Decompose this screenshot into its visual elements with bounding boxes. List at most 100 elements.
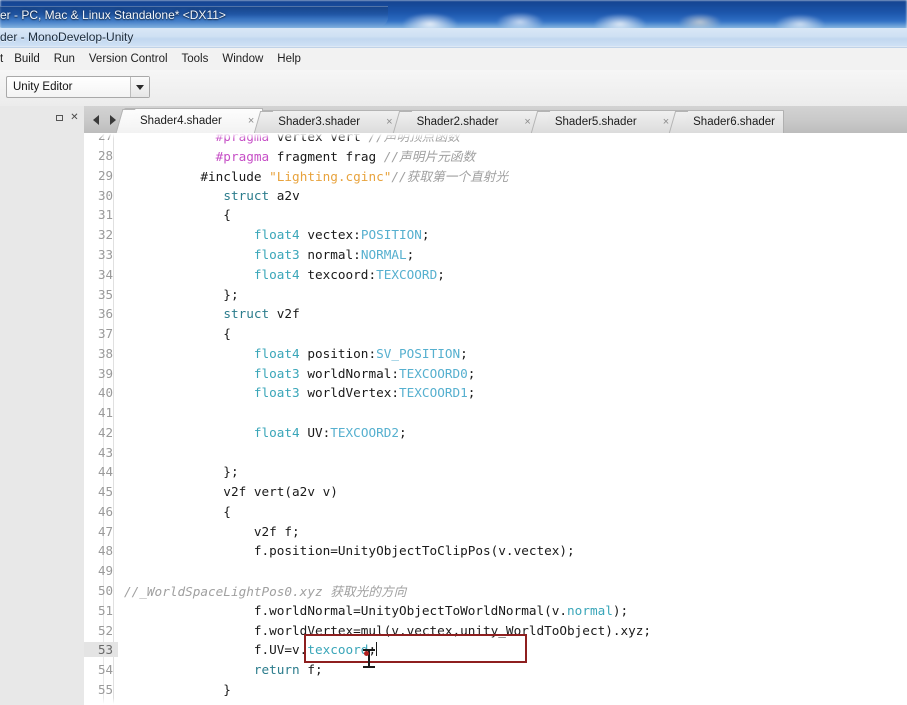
- code-text: };: [124, 464, 239, 480]
- unity-window-titlebar[interactable]: er - PC, Mac & Linux Standalone* <DX11>: [0, 6, 907, 27]
- code-line[interactable]: 56 fixed4 frag(v2f f):SV_Target: [84, 699, 907, 705]
- line-number: 38: [97, 345, 113, 361]
- line-number: 29: [97, 167, 113, 183]
- editor-tab-shader4-shader[interactable]: Shader4.shader ×: [115, 108, 264, 133]
- code-line[interactable]: 54 return f;: [84, 660, 907, 680]
- dock-panel-buttons: ✕: [54, 112, 80, 123]
- code-line[interactable]: 30 struct a2v: [84, 185, 907, 205]
- tab-label: Shader3.shader: [278, 116, 361, 128]
- code-line[interactable]: 48 f.position=UnityObjectToClipPos(v.vec…: [84, 541, 907, 561]
- menu-item-tools[interactable]: Tools: [175, 51, 216, 67]
- code-text: #include "Lighting.cginc"//获取第一个直射光: [200, 168, 509, 184]
- line-number: 42: [97, 424, 113, 440]
- tab-label: Shader2.shader: [416, 116, 499, 128]
- code-line[interactable]: 39 float3 worldNormal:TEXCOORD0;: [84, 363, 907, 383]
- app-root: er - PC, Mac & Linux Standalone* <DX11> …: [0, 0, 907, 705]
- code-line[interactable]: 45 v2f vert(a2v v): [84, 482, 907, 502]
- code-text: f.worldNormal=UnityObjectToWorldNormal(v…: [124, 602, 629, 618]
- toolbar: Unity Editor MonoDevelop-Unity: [0, 70, 907, 171]
- code-line[interactable]: 40 float3 worldVertex:TEXCOORD1;: [84, 383, 907, 403]
- code-line[interactable]: 33 float3 normal:NORMAL;: [84, 245, 907, 265]
- line-number: 36: [97, 306, 113, 322]
- tab-close-icon[interactable]: ×: [498, 116, 530, 128]
- code-text: };: [124, 286, 239, 302]
- code-editor[interactable]: 27 #pragma vertex vert //声明顶点函数 28 #pragm…: [84, 133, 907, 705]
- menu-item-t[interactable]: t: [0, 51, 7, 67]
- menu-item-version-control[interactable]: Version Control: [82, 51, 175, 67]
- editor-tab-shader5-shader[interactable]: Shader5.shader ×: [530, 110, 679, 133]
- maximize-icon[interactable]: [54, 112, 65, 123]
- line-number: 44: [97, 464, 113, 480]
- editor-tab-shader2-shader[interactable]: Shader2.shader ×: [392, 110, 540, 133]
- line-number: 30: [97, 187, 113, 203]
- line-number: 49: [97, 563, 113, 579]
- menu-item-help[interactable]: Help: [270, 51, 308, 67]
- code-line[interactable]: 34 float4 texcoord:TEXCOORD;: [84, 264, 907, 284]
- code-text: float3 worldVertex:TEXCOORD1;: [253, 385, 476, 401]
- code-line[interactable]: 52 f.worldVertex=mul(v.vectex,unity_Worl…: [84, 620, 907, 640]
- line-number: 52: [97, 622, 113, 638]
- code-line[interactable]: 53 f.UV=v.texcoord;: [84, 640, 907, 660]
- code-text: return f;: [253, 662, 323, 678]
- code-text: v2f vert(a2v v): [124, 484, 338, 500]
- code-text: float3 worldNormal:TEXCOORD0;: [253, 365, 476, 381]
- tab-label: Shader4.shader: [140, 115, 222, 127]
- code-line[interactable]: 37 {: [84, 324, 907, 344]
- line-number: 27: [97, 133, 113, 144]
- text-caret: [376, 642, 378, 657]
- tab-close-icon[interactable]: ×: [637, 116, 669, 128]
- tab-label: Shader5.shader: [554, 116, 637, 128]
- line-number: 43: [97, 444, 113, 460]
- code-line[interactable]: 28 #pragma fragment frag //声明片元函数: [84, 146, 907, 166]
- line-number: 39: [97, 365, 113, 381]
- code-lines: 27 #pragma vertex vert //声明顶点函数 28 #pragm…: [84, 133, 907, 705]
- target-runtime-combobox[interactable]: Unity Editor: [6, 76, 150, 98]
- code-line[interactable]: 41: [84, 403, 907, 423]
- line-number: 54: [97, 662, 113, 678]
- menu-item-build[interactable]: Build: [7, 51, 47, 67]
- code-line[interactable]: 43: [84, 442, 907, 462]
- line-number: 37: [97, 326, 113, 342]
- code-line[interactable]: 44 };: [84, 462, 907, 482]
- line-number: 50: [97, 582, 113, 598]
- code-line[interactable]: 27 #pragma vertex vert //声明顶点函数: [84, 133, 907, 146]
- line-number: 51: [97, 602, 113, 618]
- code-text: //_WorldSpaceLightPos0.xyz 获取光的方向: [124, 583, 407, 599]
- code-line[interactable]: 36 struct v2f: [84, 304, 907, 324]
- editor-tab-shader6-shader[interactable]: Shader6.shader: [668, 110, 784, 133]
- line-number: 45: [97, 484, 113, 500]
- code-line[interactable]: 38 float4 position:SV_POSITION;: [84, 343, 907, 363]
- code-line[interactable]: 49: [84, 561, 907, 581]
- code-line[interactable]: 42 float4 UV:TEXCOORD2;: [84, 422, 907, 442]
- code-text: float4 UV:TEXCOORD2;: [253, 424, 407, 440]
- code-line[interactable]: 47 v2f f;: [84, 521, 907, 541]
- code-line[interactable]: 31 {: [84, 205, 907, 225]
- editor-tab-shader3-shader[interactable]: Shader3.shader ×: [254, 110, 402, 133]
- code-text: v2f f;: [124, 523, 300, 539]
- line-number: 55: [97, 681, 113, 697]
- tab-label: Shader6.shader: [693, 116, 775, 128]
- code-line[interactable]: 50 //_WorldSpaceLightPos0.xyz 获取光的方向: [84, 581, 907, 601]
- line-number: 31: [97, 207, 113, 223]
- target-runtime-value: Unity Editor: [13, 81, 73, 93]
- line-number: 34: [97, 266, 113, 282]
- code-text: float4 position:SV_POSITION;: [253, 345, 468, 361]
- code-line[interactable]: 35 };: [84, 284, 907, 304]
- code-line[interactable]: 51 f.worldNormal=UnityObjectToWorldNorma…: [84, 600, 907, 620]
- tab-close-icon[interactable]: ×: [222, 115, 254, 127]
- monodevelop-window-titlebar[interactable]: der - MonoDevelop-Unity: [0, 28, 907, 48]
- code-text: #pragma vertex vert //声明顶点函数: [215, 133, 460, 145]
- code-line[interactable]: 46 {: [84, 502, 907, 522]
- menubar: t Build Run Version Control Tools Window Help: [0, 48, 907, 71]
- close-icon[interactable]: ✕: [69, 112, 80, 123]
- line-number: 41: [97, 405, 113, 421]
- menu-item-run[interactable]: Run: [47, 51, 82, 67]
- tab-prev-icon[interactable]: [87, 110, 104, 130]
- tab-close-icon[interactable]: ×: [360, 116, 392, 128]
- code-line[interactable]: 32 float4 vectex:POSITION;: [84, 225, 907, 245]
- menu-item-window[interactable]: Window: [215, 51, 270, 67]
- code-line[interactable]: 29 #include "Lighting.cginc"//获取第一个直射光: [84, 166, 907, 186]
- chevron-down-icon[interactable]: [130, 77, 149, 97]
- code-line[interactable]: 55 }: [84, 679, 907, 699]
- code-text: struct a2v: [223, 187, 300, 203]
